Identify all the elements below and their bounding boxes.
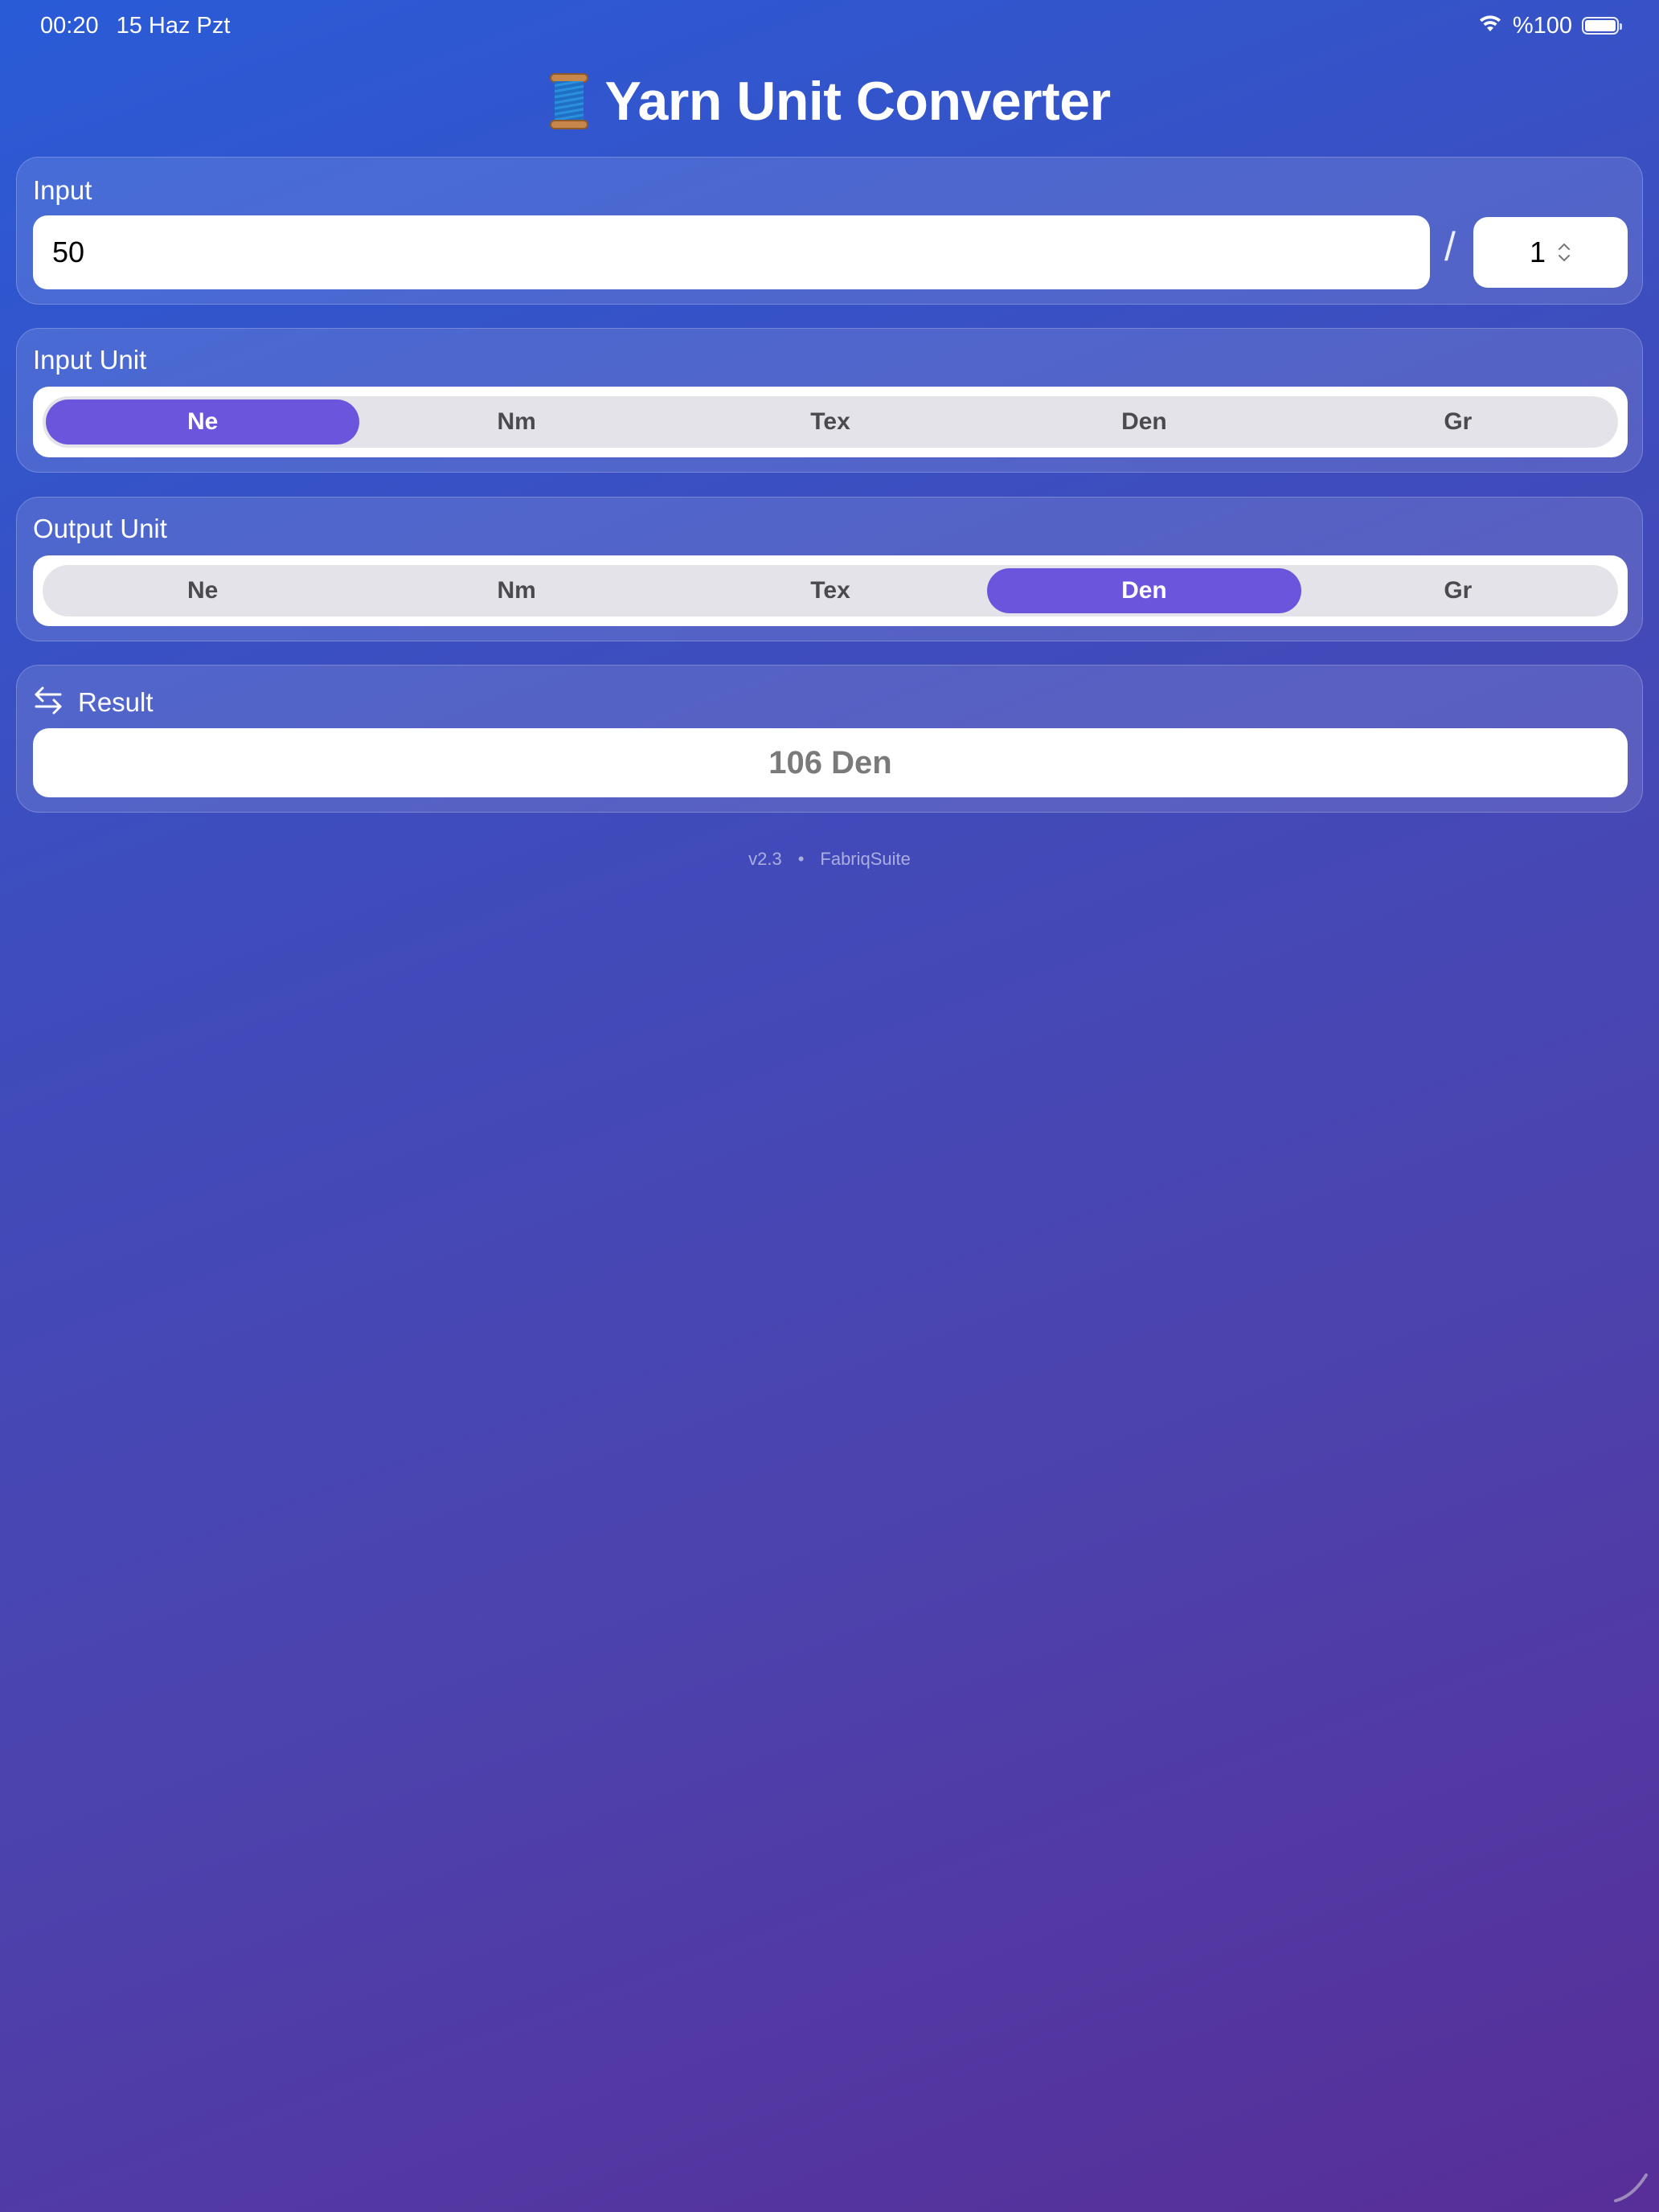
output-unit-picker-wrap: Ne Nm Tex Den Gr xyxy=(33,555,1628,626)
status-date: 15 Haz Pzt xyxy=(116,12,231,39)
spool-thread xyxy=(555,81,584,121)
status-left: 00:20 15 Haz Pzt xyxy=(40,11,230,40)
result-label: Result xyxy=(78,686,154,717)
page-title: Yarn Unit Converter xyxy=(604,71,1111,132)
output-unit-option-gr[interactable]: Gr xyxy=(1301,568,1615,613)
input-unit-option-gr[interactable]: Gr xyxy=(1301,399,1615,444)
output-unit-card: Output Unit Ne Nm Tex Den Gr xyxy=(16,497,1643,641)
input-unit-picker-wrap: Ne Nm Tex Den Gr xyxy=(33,387,1628,457)
input-card: Input 50 / 1 xyxy=(16,157,1643,305)
swap-arrows-icon xyxy=(33,685,63,719)
brand-label: FabriqSuite xyxy=(820,849,911,869)
output-unit-option-tex[interactable]: Tex xyxy=(674,568,987,613)
battery-icon xyxy=(1582,17,1622,35)
version-label: v2.3 xyxy=(748,849,782,869)
input-unit-label: Input Unit xyxy=(33,345,147,375)
status-right: %100 xyxy=(1477,11,1622,40)
status-time: 00:20 xyxy=(40,12,99,39)
ratio-separator: / xyxy=(1444,224,1456,269)
input-unit-segmented-control: Ne Nm Tex Den Gr xyxy=(43,396,1618,448)
result-card: Result 106 Den xyxy=(16,665,1643,813)
footer-separator: • xyxy=(797,849,805,869)
spool-of-thread-icon xyxy=(548,73,590,129)
output-unit-label: Output Unit xyxy=(33,514,167,543)
divisor-stepper[interactable]: 1 xyxy=(1473,217,1628,288)
footer: v2.3 • FabriqSuite xyxy=(0,849,1659,870)
output-unit-option-nm[interactable]: Nm xyxy=(359,568,673,613)
input-unit-option-nm[interactable]: Nm xyxy=(359,399,673,444)
divisor-value: 1 xyxy=(1529,236,1546,268)
result-header: Result xyxy=(33,685,154,719)
output-unit-segmented-control: Ne Nm Tex Den Gr xyxy=(43,565,1618,616)
result-value: 106 Den xyxy=(33,728,1628,797)
battery-fill xyxy=(1585,20,1616,31)
status-bar: 00:20 15 Haz Pzt %100 xyxy=(0,0,1659,51)
chevron-up-down-icon xyxy=(1557,242,1571,263)
corner-indicator-icon xyxy=(1611,2164,1651,2204)
wifi-icon xyxy=(1477,13,1503,39)
input-unit-option-ne[interactable]: Ne xyxy=(46,399,360,444)
value-input[interactable]: 50 xyxy=(33,215,1430,289)
input-unit-option-tex[interactable]: Tex xyxy=(674,399,987,444)
input-label: Input xyxy=(33,175,92,205)
input-unit-option-den[interactable]: Den xyxy=(987,399,1301,444)
output-unit-option-den[interactable]: Den xyxy=(987,568,1301,613)
output-unit-option-ne[interactable]: Ne xyxy=(46,568,359,613)
page-title-row: Yarn Unit Converter xyxy=(0,64,1659,138)
spool-cap-bottom xyxy=(550,120,589,129)
battery-percent: %100 xyxy=(1512,12,1572,39)
input-unit-card: Input Unit Ne Nm Tex Den Gr xyxy=(16,328,1643,473)
